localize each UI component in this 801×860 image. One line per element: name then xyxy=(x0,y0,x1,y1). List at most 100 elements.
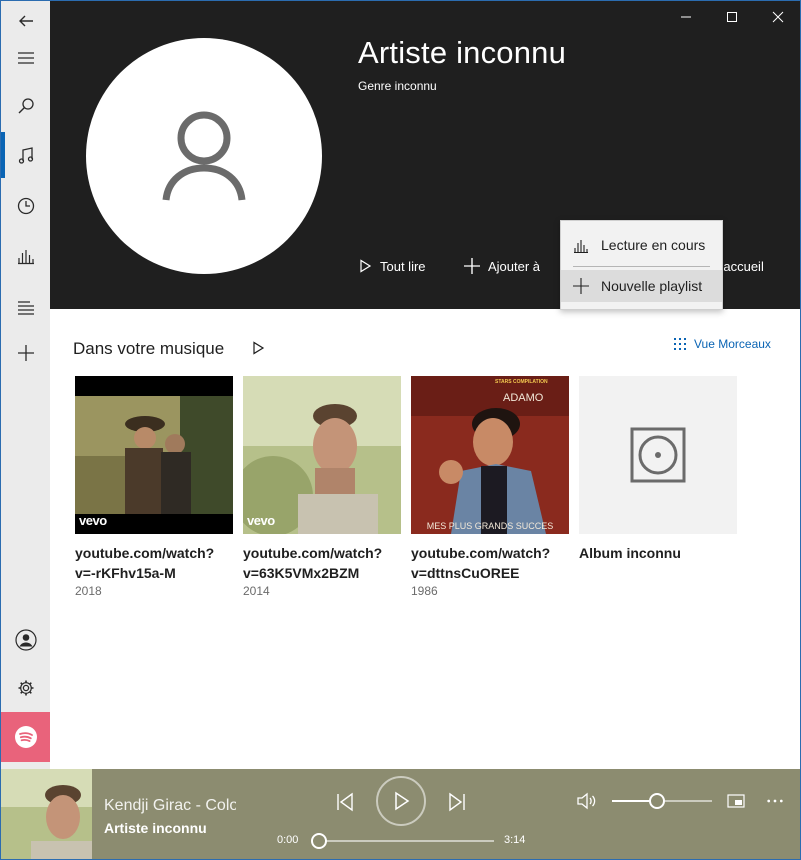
close-icon xyxy=(772,11,784,23)
video-thumbnail xyxy=(75,376,233,534)
flyout-new-playlist[interactable]: Nouvelle playlist xyxy=(561,270,722,302)
spotify-button[interactable] xyxy=(1,712,50,762)
album-tile[interactable]: Album inconnu xyxy=(579,376,737,563)
search-button[interactable] xyxy=(1,86,50,126)
album-title-line: youtube.com/watch? xyxy=(411,545,551,561)
maximize-button[interactable] xyxy=(709,1,755,33)
time-current: 0:00 xyxy=(277,834,299,846)
add-to-label: Ajouter à xyxy=(488,258,541,274)
play-all-label: Tout lire xyxy=(380,258,426,274)
video-thumbnail xyxy=(243,376,401,534)
album-year: 2018 xyxy=(75,584,102,598)
next-icon xyxy=(449,792,465,812)
cover-bottom-text: MES PLUS GRANDS SUCCES xyxy=(426,521,554,531)
volume-button[interactable] xyxy=(574,789,598,813)
minimize-button[interactable] xyxy=(663,1,709,33)
vevo-badge: vevo xyxy=(79,513,107,528)
clock-icon xyxy=(17,197,34,215)
plus-icon xyxy=(464,258,480,274)
next-button[interactable] xyxy=(444,789,470,815)
album-cover: vevo xyxy=(243,376,401,534)
album-title: youtube.com/watch? v=dttnsCuOREE xyxy=(411,543,569,583)
nav-now-playing[interactable] xyxy=(1,236,50,276)
flyout-now-playing[interactable]: Lecture en cours xyxy=(561,229,722,261)
spotify-icon xyxy=(14,726,37,748)
view-songs-link[interactable]: Vue Morceaux xyxy=(674,337,771,351)
previous-icon xyxy=(337,792,353,812)
sidebar xyxy=(1,1,50,769)
time-total: 3:14 xyxy=(504,834,526,846)
equalizer-icon xyxy=(17,250,34,265)
music-note-icon xyxy=(18,147,33,164)
mini-player-icon xyxy=(727,794,745,808)
settings-button[interactable] xyxy=(1,668,50,708)
back-button[interactable] xyxy=(1,1,50,41)
album-tile[interactable]: vevo youtube.com/watch? v=-rKFhv15a-M 20… xyxy=(75,376,233,598)
album-cover xyxy=(579,376,737,534)
account-button[interactable] xyxy=(1,620,50,660)
maximize-icon xyxy=(727,12,737,22)
pin-to-start-label: l'accueil xyxy=(718,258,764,274)
hamburger-icon xyxy=(17,52,34,64)
album-cover-art xyxy=(411,376,569,534)
now-playing-thumbnail[interactable] xyxy=(1,769,92,859)
album-title-line: youtube.com/watch? xyxy=(243,545,383,561)
mini-view-button[interactable] xyxy=(725,791,747,811)
now-playing-art xyxy=(1,769,92,859)
album-title: Album inconnu xyxy=(579,543,737,563)
page-title: Artiste inconnu xyxy=(358,35,567,70)
artist-avatar xyxy=(86,38,322,274)
menu-button[interactable] xyxy=(1,38,50,78)
album-title-line: v=-rKFhv15a-M xyxy=(75,565,176,581)
seek-thumb[interactable] xyxy=(311,833,327,849)
nav-recent[interactable] xyxy=(1,186,50,226)
account-icon xyxy=(14,629,37,651)
nav-my-music[interactable] xyxy=(1,136,50,176)
album-tile[interactable]: vevo youtube.com/watch? v=63K5VMx2BZM 20… xyxy=(243,376,401,598)
section-title: Dans votre musique xyxy=(73,339,225,358)
person-icon xyxy=(162,111,246,201)
volume-track[interactable] xyxy=(665,800,712,802)
view-songs-label: Vue Morceaux xyxy=(694,337,771,351)
play-all-button[interactable]: Tout lire xyxy=(358,255,426,277)
volume-level xyxy=(612,800,650,802)
now-playing-icon xyxy=(574,240,588,253)
album-tile[interactable]: STARS COMPILATION ADAMO MES PLUS GRANDS … xyxy=(411,376,569,598)
app-window: Artiste inconnu Genre inconnu Tout lire … xyxy=(0,0,801,860)
artist-genre: Genre inconnu xyxy=(358,79,437,93)
track-artist[interactable]: Artiste inconnu xyxy=(104,820,207,836)
volume-thumb[interactable] xyxy=(649,793,665,809)
plus-icon xyxy=(17,345,34,361)
nav-playlists[interactable] xyxy=(1,287,50,327)
play-section-icon[interactable] xyxy=(251,341,265,355)
album-year: 1986 xyxy=(411,584,438,598)
album-title-line: v=63K5VMx2BZM xyxy=(243,565,360,581)
seek-bar[interactable] xyxy=(326,840,494,842)
speaker-icon xyxy=(577,792,596,810)
new-playlist-button[interactable] xyxy=(1,333,50,373)
play-button[interactable] xyxy=(376,776,426,826)
flyout-now-playing-label: Lecture en cours xyxy=(601,237,706,253)
album-title-line: v=dttnsCuOREE xyxy=(411,565,520,581)
ellipsis-icon xyxy=(767,799,783,803)
album-cover: STARS COMPILATION ADAMO MES PLUS GRANDS … xyxy=(411,376,569,534)
flyout-separator xyxy=(573,266,710,267)
back-arrow-icon xyxy=(18,15,33,27)
more-options-button[interactable] xyxy=(763,791,787,811)
minimize-icon xyxy=(681,16,691,18)
play-icon xyxy=(360,259,372,273)
album-title-line: Album inconnu xyxy=(579,545,681,561)
album-year: 2014 xyxy=(243,584,270,598)
disc-icon xyxy=(630,427,686,483)
album-title: youtube.com/watch? v=63K5VMx2BZM xyxy=(243,543,401,583)
close-button[interactable] xyxy=(755,1,800,33)
add-to-button[interactable]: Ajouter à xyxy=(464,255,540,277)
vevo-badge: vevo xyxy=(247,513,275,528)
cover-top-text: STARS COMPILATION xyxy=(495,379,548,385)
previous-button[interactable] xyxy=(332,789,358,815)
flyout-new-playlist-label: Nouvelle playlist xyxy=(601,278,703,294)
player-bar: Kendji Girac - Color Gitano Artiste inco… xyxy=(1,769,800,859)
album-title-line: youtube.com/watch? xyxy=(75,545,215,561)
grid-icon xyxy=(674,338,686,350)
pin-to-start-button[interactable]: l'accueil xyxy=(718,255,764,277)
